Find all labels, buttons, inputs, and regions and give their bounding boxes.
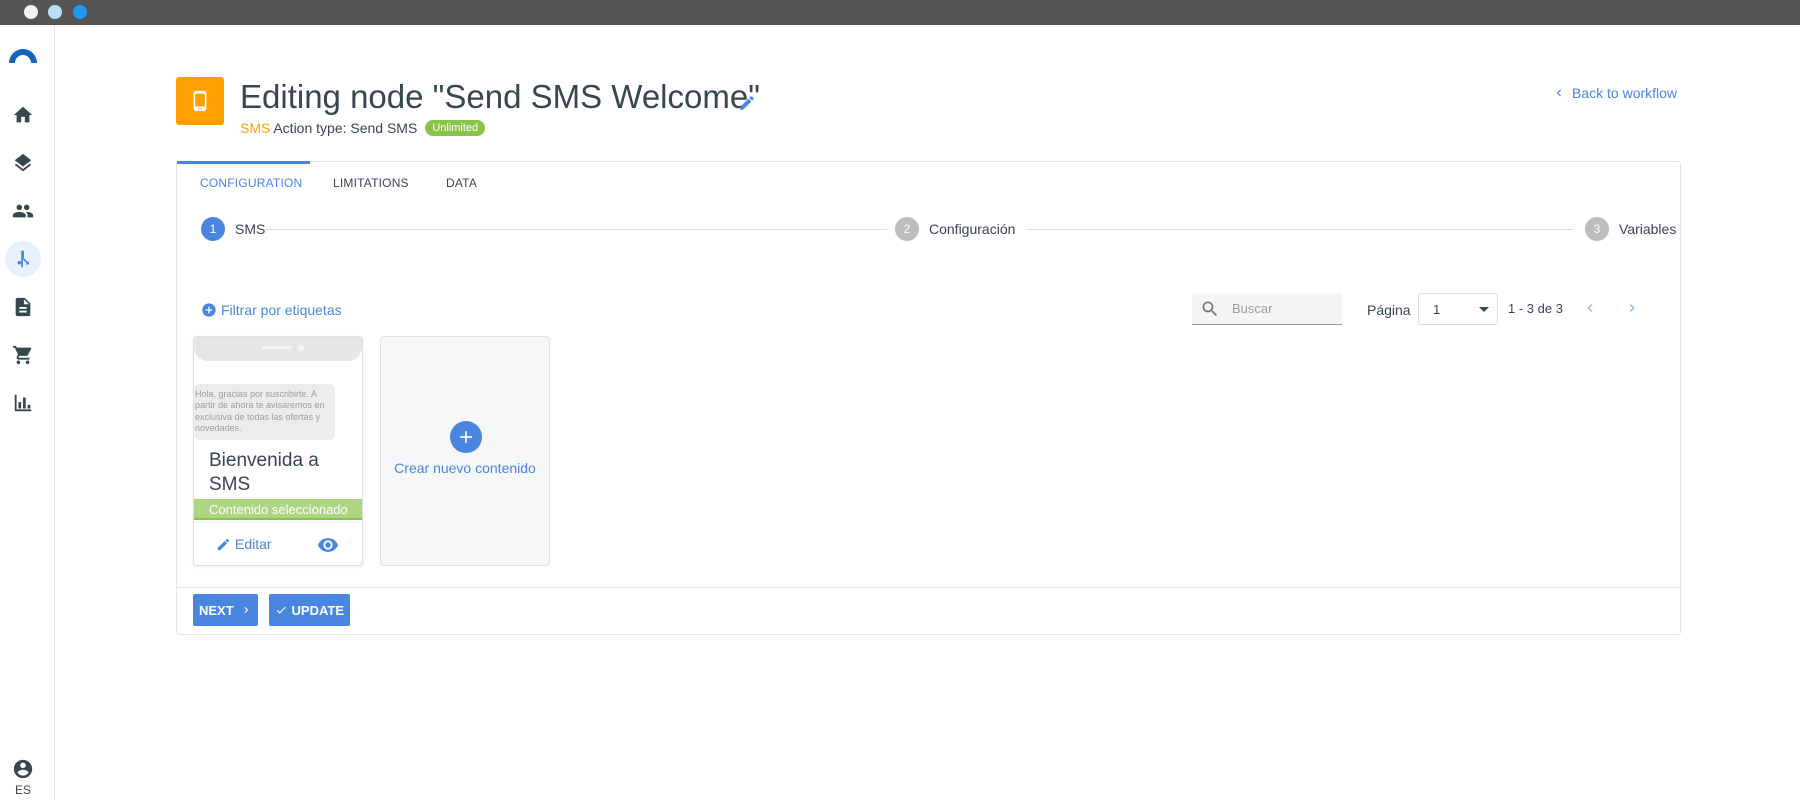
tab-data[interactable]: DATA [446,176,477,190]
preview-content-button[interactable] [316,534,340,556]
check-icon [276,606,286,614]
node-subtitle: SMS Action type: Send SMS Unlimited [240,120,486,136]
chevron-right-icon [1629,304,1635,312]
back-to-workflow-link[interactable]: Back to workflow [1552,85,1677,101]
tab-configuration[interactable]: CONFIGURATION [200,176,302,190]
sidebar-item-layers[interactable] [5,145,41,181]
previous-page-button[interactable] [1582,300,1598,316]
phone-speaker [262,346,292,349]
caret-down-icon [1479,306,1489,312]
search-icon [1202,301,1218,316]
chevron-right-icon [244,606,248,614]
chevron-left-icon [1587,304,1593,312]
create-content-label[interactable]: Crear nuevo contenido [381,460,549,476]
chevron-left-icon [1556,89,1561,97]
plus-icon [450,421,482,453]
channel-label: SMS [240,120,271,136]
window-close-button[interactable] [24,5,38,19]
tab-limitations[interactable]: LIMITATIONS [333,176,409,190]
document-icon [15,297,31,317]
step-configuracion[interactable]: 2 Configuración [895,217,1015,241]
sidebar-item-shop[interactable] [5,337,41,373]
step-number: 1 [201,217,225,241]
pagination-range: 1 - 3 de 3 [1508,301,1563,316]
edit-label[interactable]: Editar [235,536,272,552]
search-box [1192,293,1342,325]
footer-divider [177,587,1680,588]
edit-title-button[interactable] [738,94,756,112]
step-number: 3 [1585,217,1609,241]
filter-by-tags-link[interactable]: Filtrar por etiquetas [201,302,342,318]
sidebar-item-workflows[interactable] [5,241,41,277]
sidebar-item-analytics[interactable] [5,385,41,421]
window-titlebar [0,0,1800,25]
step-label: Configuración [929,221,1016,237]
sms-message-bubble: Hola, gracias por suscribirte. A partir … [194,384,335,440]
content-card[interactable]: Hola, gracias por suscribirte. A partir … [193,336,363,566]
active-tab-indicator [177,161,310,164]
smartphone-icon [193,90,207,112]
update-button-label: UPDATE [291,602,344,618]
step-label: Variables [1619,221,1677,237]
language-label[interactable]: ES [8,783,38,797]
step-connector [1026,229,1573,230]
stepper: 1 SMS 2 Configuración 3 Variables [201,217,1676,243]
edit-content-button[interactable]: Editar [216,536,272,552]
people-icon [12,204,34,218]
page-title: Editing node "Send SMS Welcome" [240,78,760,115]
phone-camera [298,345,304,351]
workflow-icon [17,250,29,268]
sidebar-item-contacts[interactable] [5,193,41,229]
step-label: SMS [235,221,266,237]
page-label: Página [1367,302,1411,318]
back-link-label[interactable]: Back to workflow [1572,85,1677,101]
next-page-button[interactable] [1624,300,1640,316]
update-button[interactable]: UPDATE [269,594,350,626]
user-menu[interactable]: ES [8,758,38,797]
node-editor-card: CONFIGURATION LIMITATIONS DATA 1 SMS 2 C… [176,161,1681,635]
sidebar-item-documents[interactable] [5,289,41,325]
selected-status-bar: Contenido seleccionado [194,499,362,520]
pencil-icon [740,96,754,110]
app-logo-icon[interactable] [7,45,39,63]
cart-icon [12,345,32,365]
step-variables[interactable]: 3 Variables [1585,217,1676,241]
step-connector [265,229,887,230]
pencil-icon [217,538,230,550]
home-icon [13,106,33,123]
filter-label[interactable]: Filtrar por etiquetas [221,302,342,318]
phone-notch [194,337,362,361]
search-input[interactable] [1232,301,1332,316]
sms-node-icon [176,77,224,125]
window-minimize-button[interactable] [48,5,62,19]
content-card-actions: Editar [194,522,362,565]
sidebar-item-home[interactable] [5,97,41,133]
step-sms[interactable]: 1 SMS [201,217,265,241]
page-select-value: 1 [1433,301,1441,317]
next-button[interactable]: NEXT [193,594,258,626]
step-number: 2 [895,217,919,241]
tab-bar: CONFIGURATION LIMITATIONS DATA [177,161,1680,202]
next-button-label: NEXT [199,602,234,618]
create-content-card[interactable]: Crear nuevo contenido [380,336,550,566]
window-maximize-button[interactable] [73,5,87,19]
eye-icon [317,538,339,552]
bar-chart-icon [14,394,32,412]
page-select[interactable]: 1 [1418,293,1498,325]
account-icon [13,759,33,779]
status-badge: Unlimited [425,120,486,136]
action-type-label: Action type: Send SMS [273,120,418,136]
sidebar: ES [0,25,55,800]
content-title: Bienvenida a SMS [209,450,319,495]
add-circle-icon [202,303,216,317]
layers-icon [14,153,32,172]
